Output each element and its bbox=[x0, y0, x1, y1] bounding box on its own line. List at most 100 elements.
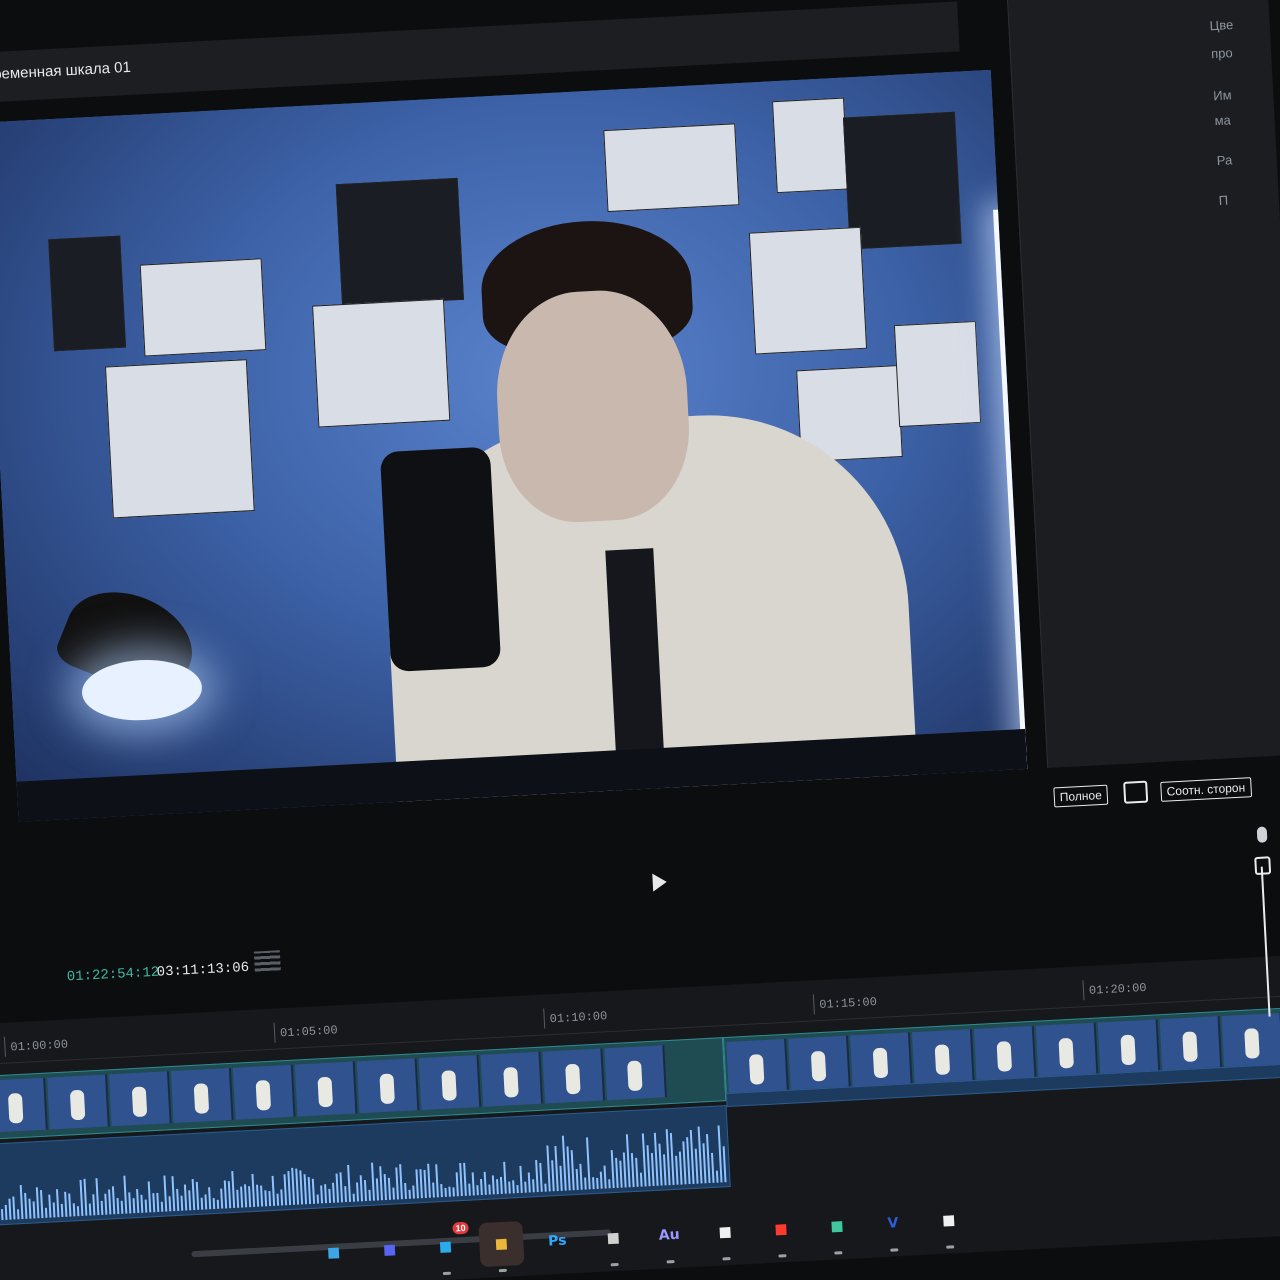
taskbar-app-label: ■ bbox=[941, 1212, 956, 1229]
taskbar-app-label: ■ bbox=[438, 1238, 453, 1256]
waveform-bar bbox=[108, 1189, 112, 1215]
waveform-bar bbox=[379, 1166, 383, 1201]
waveform-bar bbox=[444, 1187, 447, 1197]
wall-poster bbox=[335, 177, 464, 307]
waveform-bar bbox=[519, 1165, 523, 1193]
running-indicator bbox=[666, 1259, 675, 1264]
clip-thumbnail bbox=[1221, 1012, 1280, 1068]
waveform-bar bbox=[140, 1194, 144, 1213]
wall-poster bbox=[48, 235, 127, 352]
waveform-bar bbox=[240, 1186, 244, 1208]
waveform-bar bbox=[132, 1198, 136, 1214]
waveform-bar bbox=[608, 1179, 611, 1189]
waveform-bar bbox=[579, 1163, 583, 1190]
waveform-bar bbox=[452, 1187, 455, 1197]
screen: ер-Временная шкала 01 Цве про Им ма Ра П… bbox=[0, 0, 1280, 1280]
waveform-bar bbox=[678, 1151, 683, 1185]
waveform-bar bbox=[260, 1185, 264, 1207]
waveform-bar bbox=[243, 1184, 248, 1208]
waveform-bar bbox=[163, 1175, 168, 1212]
waveform-bar bbox=[625, 1134, 631, 1188]
inspector-label: Им bbox=[1212, 87, 1232, 104]
waveform-bar bbox=[264, 1190, 268, 1207]
inspector-label: Цве bbox=[1209, 17, 1234, 34]
running-indicator bbox=[834, 1251, 843, 1255]
waveform-bar bbox=[440, 1184, 443, 1198]
waveform-bar bbox=[592, 1177, 595, 1190]
wall-poster bbox=[748, 226, 868, 355]
waveform-bar bbox=[575, 1168, 579, 1191]
clip-thumbnail bbox=[973, 1025, 1037, 1081]
waveform-bar bbox=[24, 1192, 28, 1219]
full-view-button[interactable]: Полное bbox=[1053, 784, 1109, 808]
waveform-bar bbox=[180, 1195, 184, 1211]
discord-icon[interactable]: ■ bbox=[366, 1227, 412, 1273]
timeline-options-icon[interactable] bbox=[253, 950, 281, 972]
play-icon[interactable] bbox=[652, 872, 668, 892]
waveform-bar bbox=[483, 1171, 487, 1195]
waveform-bar bbox=[427, 1163, 431, 1198]
waveform-bar bbox=[335, 1173, 340, 1203]
capcut-icon[interactable]: ■ bbox=[702, 1209, 748, 1261]
inspector-panel[interactable]: Цве про Им ма Ра П bbox=[1006, 0, 1280, 768]
waveform-bar bbox=[705, 1134, 711, 1184]
waveform-bar bbox=[320, 1185, 324, 1204]
waveform-bar bbox=[471, 1172, 475, 1196]
waveform-bar bbox=[527, 1172, 531, 1193]
waveform-bar bbox=[128, 1192, 132, 1214]
waveform-bar bbox=[650, 1152, 655, 1187]
yandex-browser-icon[interactable]: ■ bbox=[758, 1206, 804, 1258]
ruler-label: 01:20:00 bbox=[1088, 980, 1147, 998]
waveform-bar bbox=[423, 1169, 427, 1198]
waveform-bar bbox=[76, 1206, 80, 1217]
waveform-bar bbox=[4, 1204, 8, 1220]
wave-app-icon[interactable]: ■ bbox=[814, 1203, 860, 1255]
waveform-bar bbox=[268, 1191, 272, 1207]
waveform-bar bbox=[387, 1177, 391, 1200]
clip-thumbnail bbox=[911, 1029, 975, 1085]
v-app-icon[interactable]: V bbox=[870, 1200, 916, 1252]
waveform-bar bbox=[111, 1186, 116, 1215]
waveform-bar bbox=[603, 1165, 607, 1189]
waveform-bar bbox=[324, 1184, 328, 1204]
file-explorer-icon[interactable]: ■ bbox=[478, 1220, 525, 1273]
waveform-bar bbox=[516, 1185, 519, 1194]
waveform-bar bbox=[123, 1175, 128, 1214]
waveform-bar bbox=[116, 1198, 120, 1215]
waveform-bar bbox=[415, 1169, 419, 1199]
program-viewer[interactable] bbox=[0, 69, 1028, 822]
capcut-pro-icon[interactable]: ■ bbox=[926, 1197, 972, 1249]
taskbar-app-label: ■ bbox=[774, 1221, 789, 1238]
fit-screen-icon[interactable] bbox=[1123, 780, 1149, 804]
inspector-label: про bbox=[1210, 45, 1233, 62]
waveform-bar bbox=[347, 1164, 352, 1202]
taskbar-app-label: Ps bbox=[547, 1232, 567, 1250]
waveform-bar bbox=[675, 1155, 679, 1185]
microphone bbox=[379, 446, 502, 673]
waveform-bar bbox=[88, 1203, 92, 1216]
video-editor-app: ер-Временная шкала 01 Цве про Им ма Ра П… bbox=[0, 0, 1280, 1280]
waveform-bar bbox=[646, 1145, 651, 1187]
waveform-bar bbox=[503, 1161, 507, 1194]
windows-start-icon[interactable]: ■ bbox=[311, 1230, 357, 1276]
waveform-bar bbox=[52, 1202, 56, 1218]
waveform-bar bbox=[171, 1176, 176, 1212]
total-duration: 03:11:13:06 bbox=[156, 959, 250, 981]
waveform-bar bbox=[622, 1152, 627, 1188]
obs-icon[interactable]: ■ bbox=[590, 1215, 636, 1267]
clip-thumbnail bbox=[232, 1064, 296, 1120]
waveform-bar bbox=[491, 1175, 495, 1195]
audition-icon[interactable]: Au bbox=[646, 1212, 692, 1264]
waveform-bar bbox=[615, 1157, 619, 1188]
aspect-ratio-button[interactable]: Соотн. сторон bbox=[1160, 777, 1252, 802]
waveform-bar bbox=[356, 1182, 360, 1202]
voiceover-mic-icon[interactable] bbox=[1256, 826, 1268, 843]
photoshop-icon[interactable]: Ps bbox=[534, 1218, 580, 1264]
current-timecode: 01:22:54:12 bbox=[66, 964, 160, 986]
clip-thumbnail bbox=[1097, 1019, 1161, 1075]
telegram-icon[interactable]: ■ 10 bbox=[422, 1221, 469, 1276]
waveform-bar bbox=[630, 1153, 635, 1188]
waveform-bar bbox=[584, 1177, 587, 1190]
waveform-bar bbox=[19, 1185, 24, 1220]
waveform-bar bbox=[715, 1170, 719, 1183]
